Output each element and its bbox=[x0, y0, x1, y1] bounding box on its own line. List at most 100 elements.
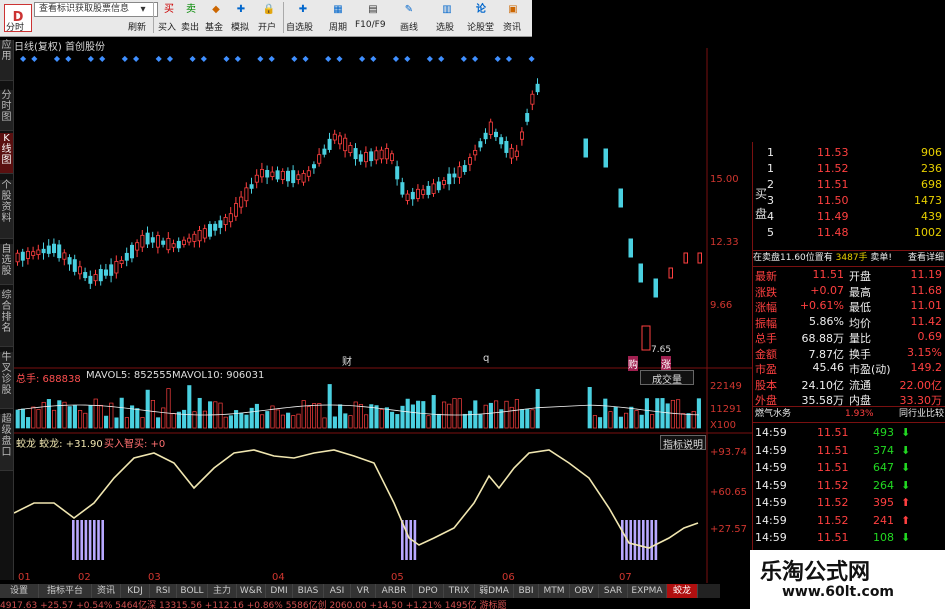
tb-label-forum[interactable]: 论股堂 bbox=[467, 20, 494, 33]
volume-bar bbox=[322, 417, 327, 429]
candle-body bbox=[583, 138, 588, 158]
tab-expma[interactable]: EXPMA bbox=[628, 584, 667, 598]
order-book-row[interactable]: 3 11.50 1473 bbox=[753, 194, 945, 209]
volume-bar bbox=[280, 414, 285, 429]
candle-body bbox=[93, 274, 98, 282]
tab-资讯[interactable]: 资讯 bbox=[92, 584, 121, 598]
tb-label-news[interactable]: 资讯 bbox=[503, 20, 521, 33]
indicator-tabs: 设置 指标平台 资讯 KDJ RSI BOLL 主力 W&R DMI BIAS ASI VR ARBR D… bbox=[0, 584, 720, 598]
tb-label-period[interactable]: 周期 bbox=[329, 20, 347, 33]
tab-watchlist[interactable]: 自选股 bbox=[0, 244, 13, 285]
tab-指标平台[interactable]: 指标平台 bbox=[39, 584, 92, 598]
tick-volume: 241 bbox=[873, 513, 894, 527]
tab-apps[interactable]: 应用 bbox=[0, 40, 13, 81]
tb-label-f10[interactable]: F10/F9 bbox=[355, 20, 386, 30]
tab-diagnosis[interactable]: 牛叉诊股 bbox=[0, 352, 13, 409]
news-icon[interactable]: ▣ bbox=[502, 0, 524, 19]
fund-icon[interactable]: ◆ bbox=[205, 0, 227, 19]
quote-row: 总手 68.88万 量比 0.69 bbox=[753, 330, 945, 345]
volume-bar bbox=[670, 399, 675, 429]
candle-body bbox=[25, 250, 30, 259]
tab-bbi[interactable]: BBI bbox=[514, 584, 539, 598]
tb-label-open[interactable]: 开户 bbox=[258, 20, 276, 33]
tb-label-sell[interactable]: 卖出 bbox=[181, 20, 199, 33]
tab-boll[interactable]: BOLL bbox=[177, 584, 208, 598]
volume-type-button[interactable]: 成交量 bbox=[640, 370, 694, 386]
vol-axis-1: 22149 bbox=[710, 381, 742, 392]
industry-row[interactable]: 燃气水务 1.93% 同行业比较 bbox=[753, 406, 945, 423]
candle-body bbox=[348, 145, 353, 153]
tb-label-select[interactable]: 选股 bbox=[436, 20, 454, 33]
diamond-icon: ◆ bbox=[325, 54, 332, 63]
forum-icon[interactable]: 论 bbox=[470, 0, 492, 19]
candle-body bbox=[473, 150, 478, 156]
quote-value: 24.10亿 bbox=[801, 378, 845, 392]
order-detail-link[interactable]: 查看详细 bbox=[908, 251, 944, 266]
tab-asi[interactable]: ASI bbox=[324, 584, 351, 598]
f10-icon[interactable]: ▤ bbox=[362, 0, 384, 19]
candle-body bbox=[78, 266, 83, 275]
tab-profile[interactable]: 个股资料 bbox=[0, 180, 13, 239]
tab-vr[interactable]: VR bbox=[351, 584, 376, 598]
tb-label-watchlist[interactable]: 自选股 bbox=[286, 20, 313, 33]
tb-label-refresh[interactable]: 刷新 bbox=[128, 20, 146, 33]
order-book-row[interactable]: 5 11.48 1002 bbox=[753, 226, 945, 241]
order-book-row[interactable]: 1 11.52 236 bbox=[753, 162, 945, 177]
dropdown-icon[interactable]: ▾ bbox=[132, 0, 154, 19]
tab-obv[interactable]: OBV bbox=[570, 584, 599, 598]
candle-body bbox=[109, 264, 114, 276]
buy-icon[interactable]: 买 bbox=[158, 0, 180, 19]
price-axis-2: 12.33 bbox=[710, 237, 739, 248]
industry-compare-link[interactable]: 同行业比较 bbox=[899, 407, 944, 422]
tab-sar[interactable]: SAR bbox=[599, 584, 628, 598]
tb-label-fund[interactable]: 基金 bbox=[205, 20, 223, 33]
tb-label-fenshi[interactable]: 分时 bbox=[6, 20, 24, 33]
volume-bar bbox=[696, 398, 701, 429]
open-account-icon[interactable]: 🔒 bbox=[258, 0, 280, 19]
tab-主力[interactable]: 主力 bbox=[208, 584, 237, 598]
tab-bias[interactable]: BIAS bbox=[293, 584, 324, 598]
tab-dpo[interactable]: DPO bbox=[413, 584, 444, 598]
quote-value2: 0.69 bbox=[917, 330, 943, 343]
tab-ranking[interactable]: 综合排名 bbox=[0, 290, 13, 347]
tab-level2[interactable]: 超级盘口 bbox=[0, 414, 13, 471]
order-book-row[interactable]: 2 11.51 698 bbox=[753, 178, 945, 193]
kline-chart[interactable]: ◆ ◆ ◆ ◆ ◆ ◆ ◆ ◆ ◆ ◆ ◆ ◆ ◆ ◆ ◆ ◆ ◆ ◆ ◆ ◆ ◆ ◆ ◆ ◆ ◆ ◆ ◆ ◆ ◆ ◆ ◆ bbox=[14, 48, 752, 583]
tab-kdj[interactable]: KDJ bbox=[121, 584, 150, 598]
tab-dmi[interactable]: DMI bbox=[266, 584, 293, 598]
tab-设置[interactable]: 设置 bbox=[0, 584, 39, 598]
order-book-row[interactable]: 4 11.49 439 bbox=[753, 210, 945, 225]
tb-label-draw[interactable]: 画线 bbox=[400, 20, 418, 33]
tab-rsi[interactable]: RSI bbox=[150, 584, 177, 598]
diamond-icon: ◆ bbox=[461, 54, 468, 63]
tab-arbr[interactable]: ARBR bbox=[376, 584, 413, 598]
quote-value: 68.88万 bbox=[801, 332, 845, 345]
tab-弱dma[interactable]: 弱DMA bbox=[475, 584, 514, 598]
tb-label-simulate[interactable]: 模拟 bbox=[231, 20, 249, 33]
signal-bar bbox=[633, 520, 637, 560]
candle-body bbox=[332, 133, 337, 141]
period-icon[interactable]: ▦ bbox=[327, 0, 349, 19]
watchlist-icon[interactable]: ✚ bbox=[292, 0, 314, 19]
tab-trix[interactable]: TRIX bbox=[444, 584, 475, 598]
volume-bar bbox=[161, 407, 166, 429]
sell-icon[interactable]: 卖 bbox=[180, 0, 202, 19]
simulate-icon[interactable]: ✚ bbox=[230, 0, 252, 19]
tab-intraday[interactable]: 分时图 bbox=[0, 90, 13, 131]
draw-line-icon[interactable]: ✎ bbox=[398, 0, 420, 19]
order-alert[interactable]: 在卖盘11.60位置有 3487手 卖单! 查看详细 bbox=[753, 250, 945, 267]
order-volume: 236 bbox=[921, 162, 942, 175]
tb-label-buy[interactable]: 买入 bbox=[158, 20, 176, 33]
stock-select-icon[interactable]: ▥ bbox=[436, 0, 458, 19]
candle-body bbox=[41, 248, 46, 254]
indicator-help-button[interactable]: 指标说明 bbox=[660, 435, 706, 451]
tab-kline[interactable]: K线图 bbox=[0, 133, 13, 174]
tab-mtm[interactable]: MTM bbox=[539, 584, 570, 598]
volume-bar bbox=[332, 416, 337, 429]
quote-value2: 149.2 bbox=[910, 361, 943, 374]
tab-w&r[interactable]: W&R bbox=[237, 584, 266, 598]
tick-volume: 374 bbox=[873, 443, 894, 457]
tab-蛟龙[interactable]: 蛟龙 bbox=[667, 584, 698, 598]
volume-bar bbox=[416, 400, 421, 429]
order-book-row[interactable]: 1 11.53 906 bbox=[753, 146, 945, 161]
